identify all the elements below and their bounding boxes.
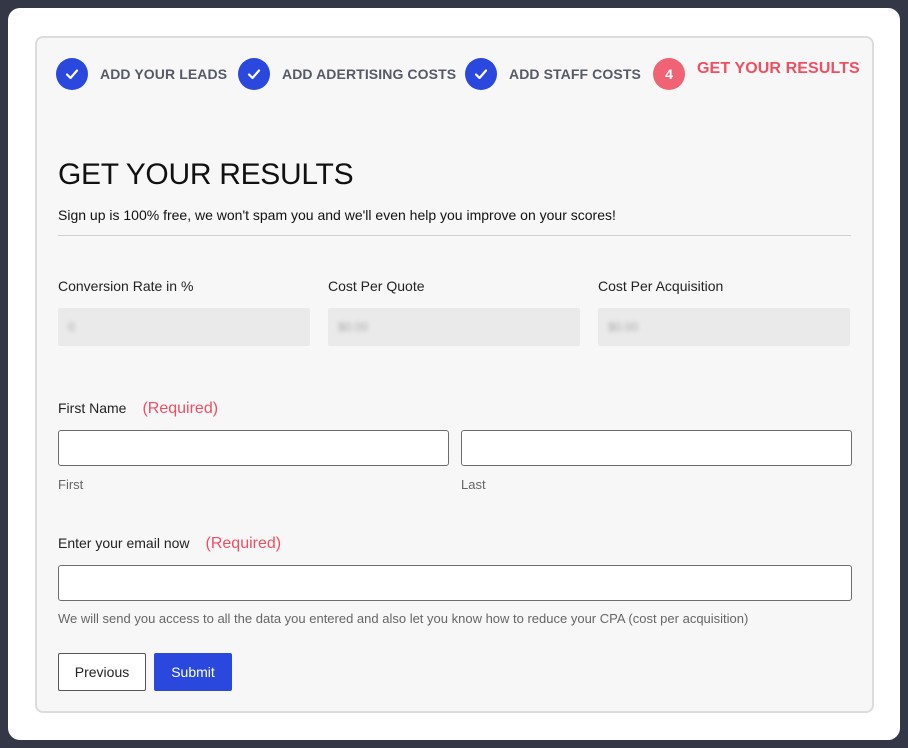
step-add-your-leads[interactable]: ADD YOUR LEADS — [56, 58, 227, 90]
cost-per-acquisition: Cost Per Acquisition $0.00 — [598, 278, 850, 346]
page-title: GET YOUR RESULTS — [58, 158, 354, 191]
required-indicator: (Required) — [205, 535, 282, 552]
step-get-your-results: 4 GET YOUR RESULTS — [653, 58, 860, 90]
result-value-box: $0.00 — [598, 308, 850, 346]
email-input[interactable] — [58, 565, 852, 601]
step-number: 4 — [653, 58, 685, 90]
email-label-text: Enter your email now — [58, 535, 190, 551]
conversion-rate: Conversion Rate in % 0 — [58, 278, 310, 346]
name-field-label: First Name (Required) — [58, 400, 218, 418]
required-indicator: (Required) — [142, 400, 219, 417]
first-name-input[interactable] — [58, 430, 449, 466]
result-value-box: $0.00 — [328, 308, 580, 346]
step-add-staff-costs[interactable]: ADD STAFF COSTS — [465, 58, 641, 90]
divider — [58, 235, 851, 236]
first-sublabel: First — [58, 477, 84, 492]
cost-per-quote: Cost Per Quote $0.00 — [328, 278, 580, 346]
result-label: Cost Per Quote — [328, 278, 425, 294]
step-label: ADD YOUR LEADS — [100, 66, 228, 82]
progress-steps: ADD YOUR LEADS ADD ADERTISING COSTS ADD … — [37, 38, 872, 108]
result-value-box: 0 — [58, 308, 310, 346]
step-label: ADD STAFF COSTS — [509, 66, 641, 82]
name-label-text: First Name — [58, 400, 127, 416]
submit-button[interactable]: Submit — [154, 653, 232, 691]
result-value: $0.00 — [338, 320, 369, 334]
result-value: 0 — [68, 320, 75, 334]
form-card: ADD YOUR LEADS ADD ADERTISING COSTS ADD … — [35, 36, 874, 713]
step-label: GET YOUR RESULTS — [697, 60, 860, 77]
check-icon — [465, 58, 497, 90]
step-label: ADD ADERTISING COSTS — [282, 66, 457, 82]
page-frame: ADD YOUR LEADS ADD ADERTISING COSTS ADD … — [8, 8, 900, 740]
result-value: $0.00 — [608, 320, 639, 334]
email-hint: We will send you access to all the data … — [58, 611, 749, 626]
check-icon — [238, 58, 270, 90]
result-label: Cost Per Acquisition — [598, 278, 724, 294]
email-field-label: Enter your email now (Required) — [58, 535, 281, 553]
result-label: Conversion Rate in % — [58, 278, 194, 294]
last-sublabel: Last — [461, 477, 486, 492]
previous-button[interactable]: Previous — [58, 653, 146, 691]
page-subtitle: Sign up is 100% free, we won't spam you … — [58, 207, 616, 223]
check-icon — [56, 58, 88, 90]
step-add-advertising-costs[interactable]: ADD ADERTISING COSTS — [238, 58, 456, 90]
last-name-input[interactable] — [461, 430, 852, 466]
